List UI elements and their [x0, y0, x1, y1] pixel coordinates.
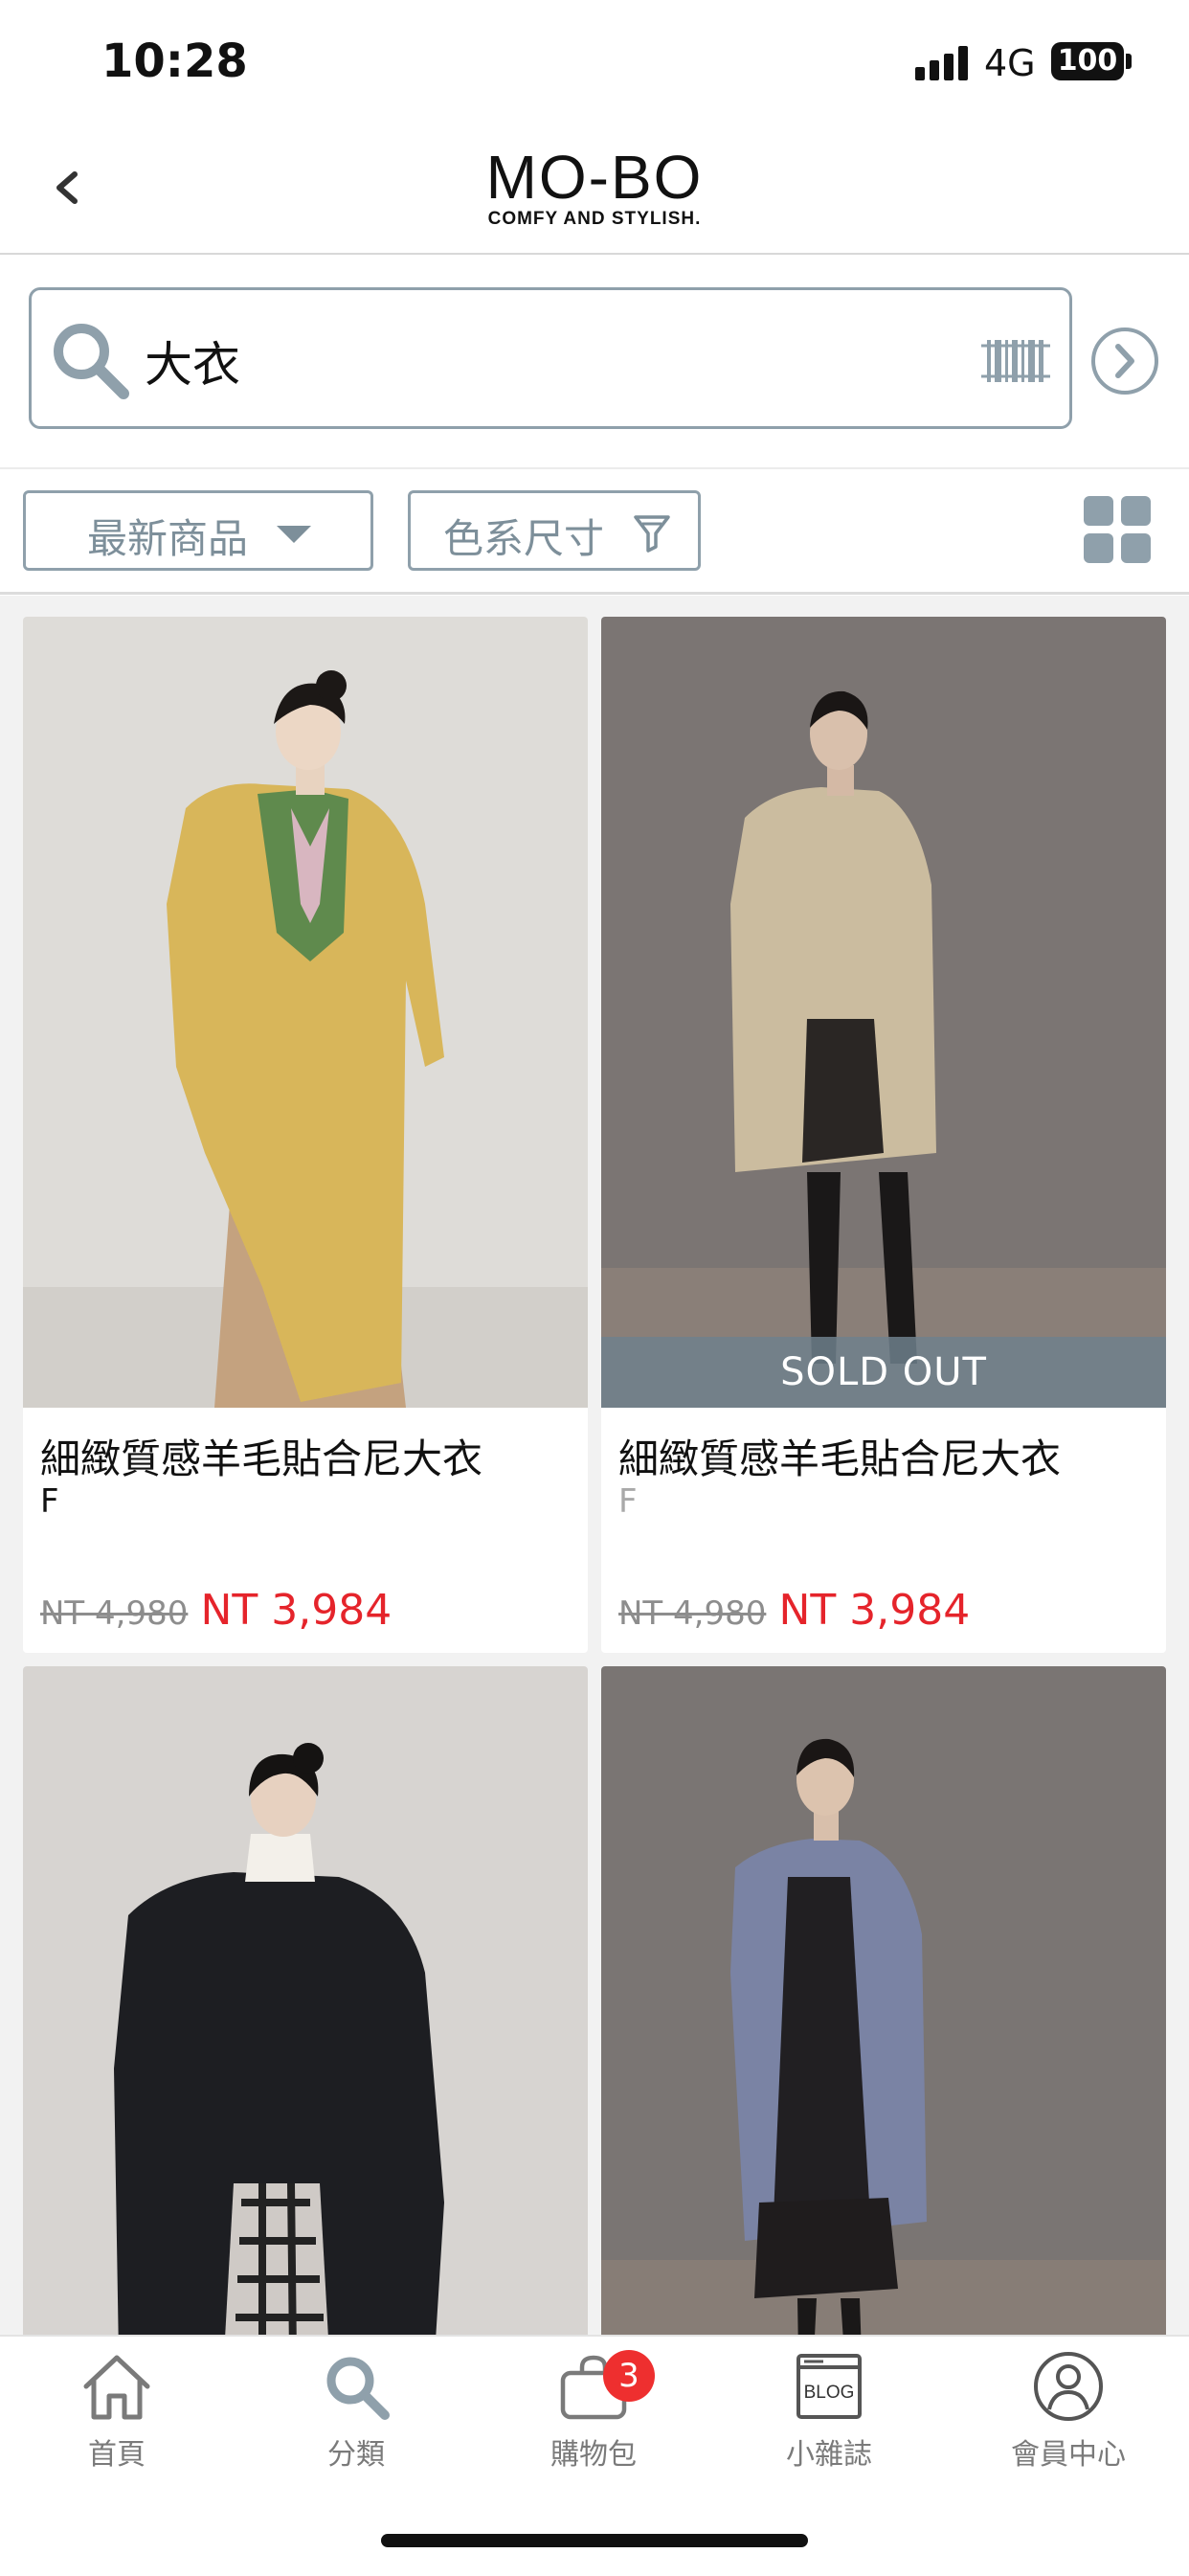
blog-icon-text: BLOG [804, 2383, 855, 2403]
filter-bar: 最新商品 色系尺寸 [0, 469, 1189, 595]
network-type: 4G [984, 42, 1036, 84]
logo-main-text: MO-BO [485, 143, 704, 212]
home-indicator [381, 2534, 808, 2547]
cellular-signal-icon [915, 46, 969, 80]
product-size: F [40, 1482, 59, 1521]
product-name[interactable]: 細緻質感羊毛貼合尼大衣 [40, 1427, 482, 1485]
user-icon [1034, 2352, 1103, 2421]
original-price: NT 4,980 [40, 1594, 189, 1633]
sort-label: 最新商品 [87, 515, 249, 562]
brand-logo[interactable]: MO-BO COMFY AND STYLISH. [0, 146, 1189, 230]
tab-magazine[interactable]: BLOG 小雜誌 [743, 2350, 915, 2484]
blog-icon: BLOG [796, 2354, 862, 2419]
battery-tip [1126, 54, 1132, 69]
search-input[interactable]: 大衣 [29, 287, 1072, 429]
search-query: 大衣 [145, 337, 240, 393]
product-price: NT 4,980 NT 3,984 [40, 1586, 392, 1635]
product-card[interactable] [601, 1666, 1166, 2335]
battery-icon: 100 [1051, 42, 1124, 80]
filter-label: 色系尺寸 [443, 515, 605, 562]
product-image[interactable] [23, 1666, 588, 2335]
status-time: 10:28 [101, 34, 248, 88]
product-size: F [618, 1482, 638, 1521]
tab-category[interactable]: 分類 [270, 2350, 442, 2484]
product-card[interactable]: 細緻質感羊毛貼合尼大衣 F NT 4,980 NT 3,984 [23, 617, 588, 1653]
chevron-right-icon [1115, 344, 1134, 378]
tab-member-center[interactable]: 會員中心 [982, 2350, 1155, 2484]
color-size-filter-button[interactable]: 色系尺寸 [408, 490, 701, 571]
tab-label: 小雜誌 [786, 2438, 872, 2472]
tab-label: 會員中心 [1011, 2438, 1126, 2472]
sale-price: NT 3,984 [200, 1586, 393, 1635]
app-header: MO-BO COMFY AND STYLISH. [0, 124, 1189, 255]
logo-tagline: COMFY AND STYLISH. [487, 209, 702, 229]
product-card[interactable]: SOLD OUT 細緻質感羊毛貼合尼大衣 F NT 4,980 NT 3,984 [601, 617, 1166, 1653]
product-image[interactable] [23, 617, 588, 1408]
product-name[interactable]: 細緻質感羊毛貼合尼大衣 [618, 1427, 1061, 1485]
sale-price: NT 3,984 [778, 1586, 971, 1635]
barcode-scan-icon[interactable] [981, 334, 1050, 388]
search-area: 大衣 [0, 255, 1189, 469]
filter-funnel-icon [634, 515, 670, 553]
tab-label: 購物包 [550, 2438, 637, 2472]
product-grid: 細緻質感羊毛貼合尼大衣 F NT 4,980 NT 3,984 SOLD OUT… [0, 596, 1189, 2335]
search-icon [326, 2357, 390, 2420]
product-image[interactable] [601, 1666, 1166, 2335]
sort-dropdown[interactable]: 最新商品 [23, 490, 373, 571]
product-image[interactable]: SOLD OUT [601, 617, 1166, 1408]
sold-out-banner: SOLD OUT [601, 1337, 1166, 1408]
tab-home[interactable]: 首頁 [31, 2350, 203, 2484]
product-price: NT 4,980 NT 3,984 [618, 1586, 970, 1635]
status-bar: 10:28 4G 100 [0, 0, 1189, 124]
tab-shopping-bag[interactable]: 3 購物包 [507, 2350, 680, 2484]
original-price: NT 4,980 [618, 1594, 767, 1633]
tab-label: 分類 [327, 2438, 385, 2472]
home-icon [83, 2355, 150, 2420]
tab-label: 首頁 [88, 2438, 146, 2472]
cart-count-badge: 3 [603, 2350, 655, 2402]
caret-down-icon [277, 526, 311, 543]
grid-view-toggle-icon[interactable] [1084, 496, 1151, 563]
search-icon [54, 324, 129, 399]
search-go-button[interactable] [1089, 326, 1160, 396]
product-card[interactable] [23, 1666, 588, 2335]
